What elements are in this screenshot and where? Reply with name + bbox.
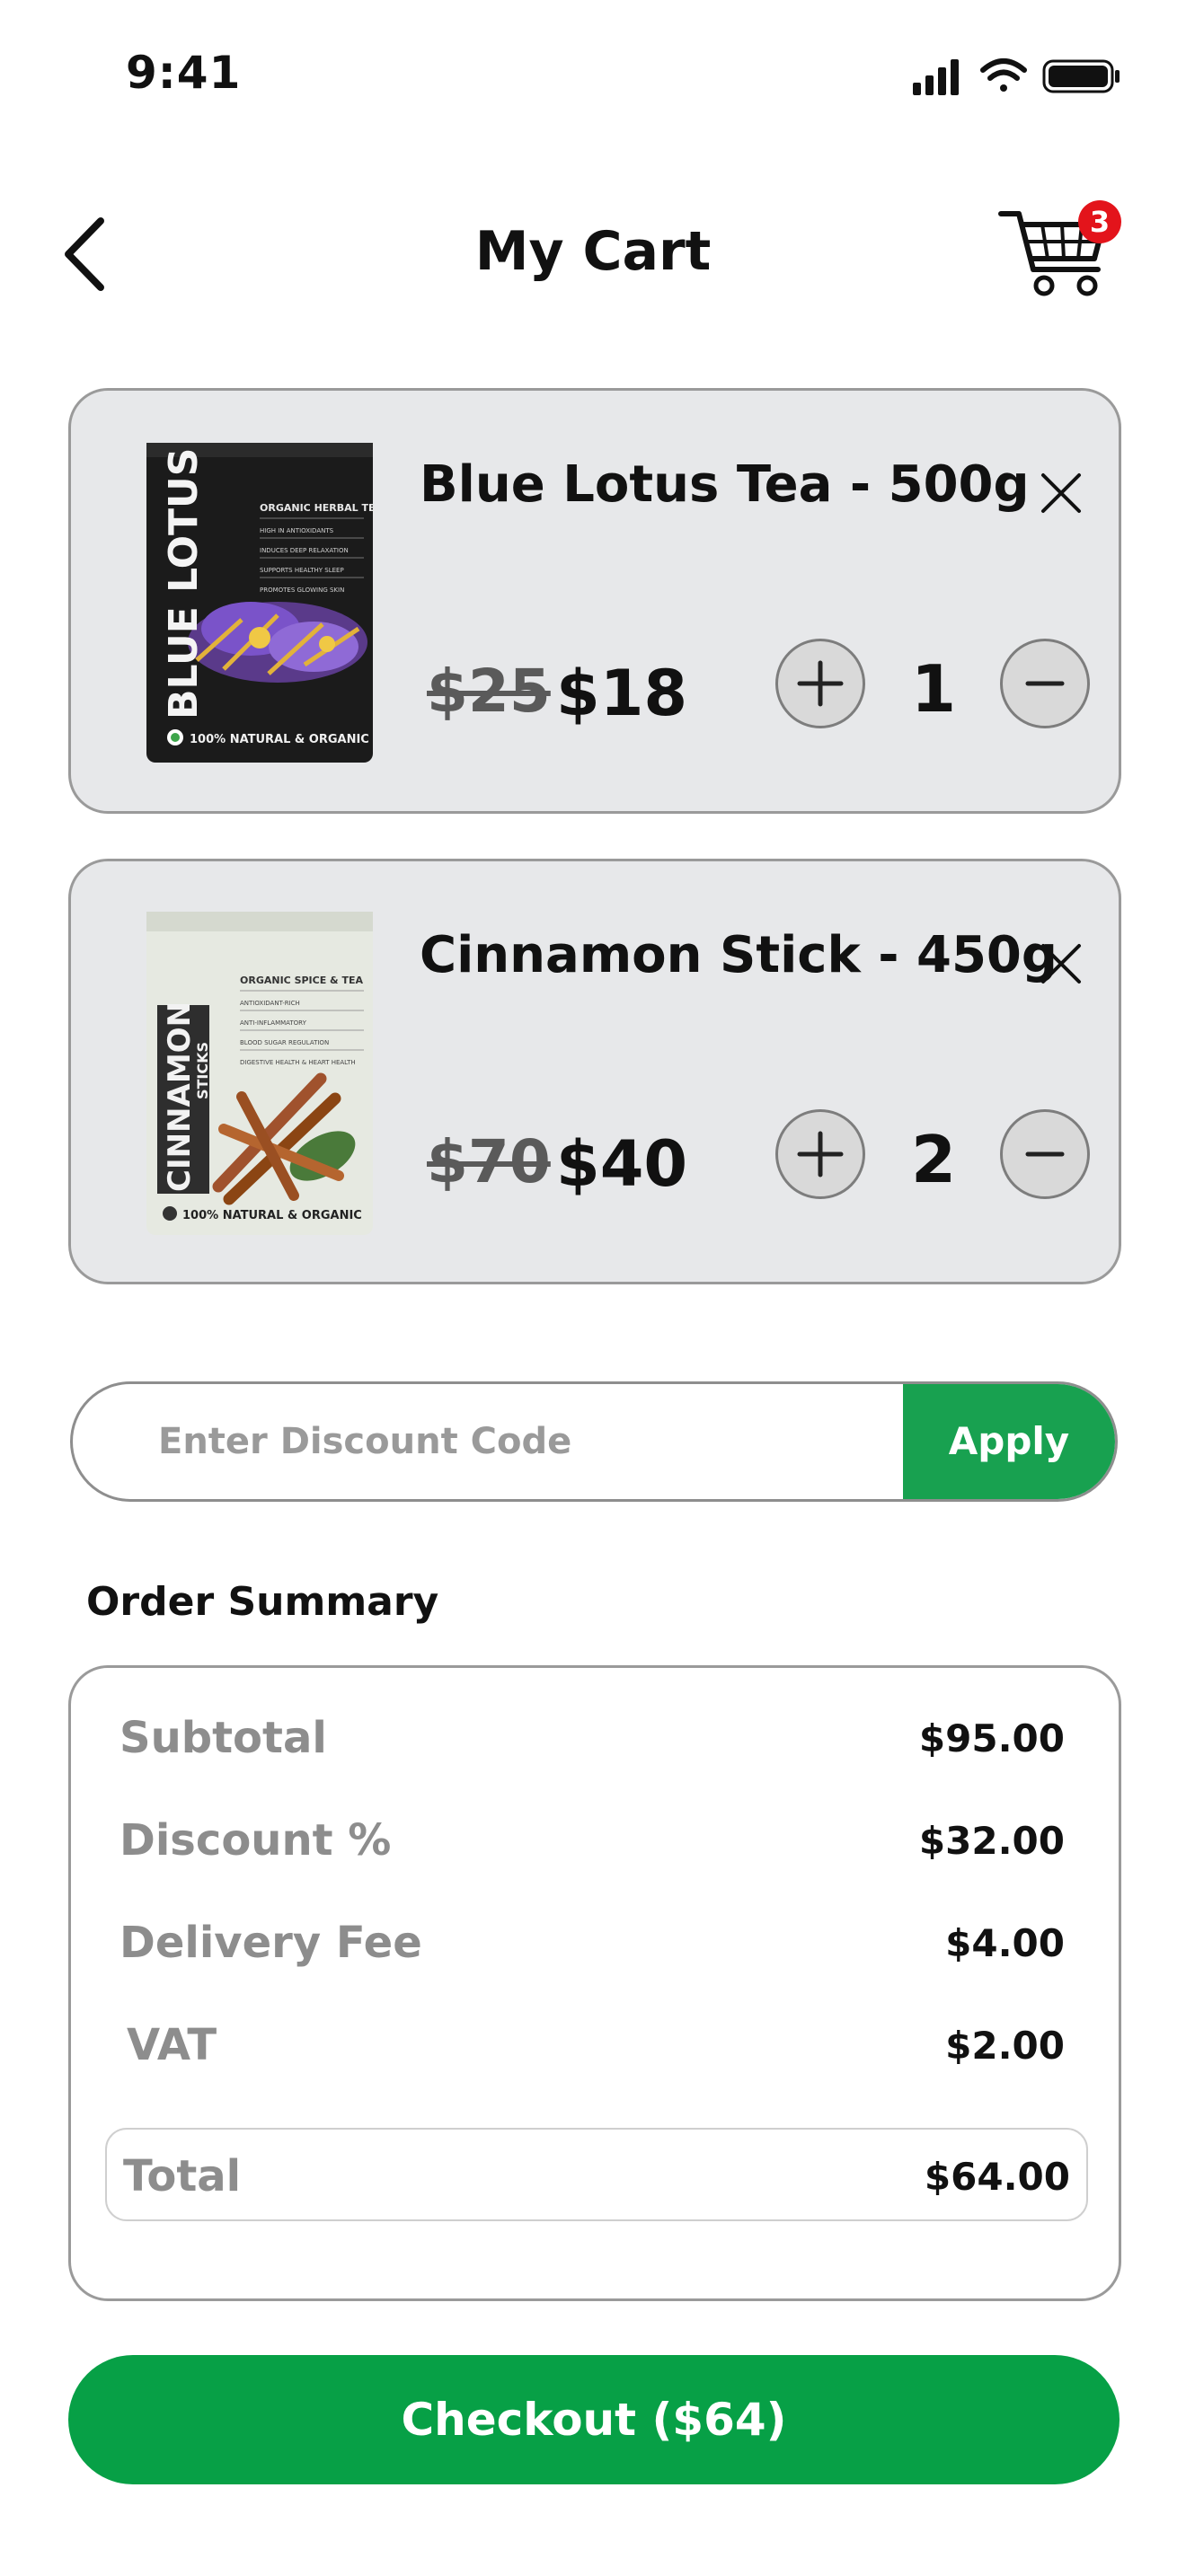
discount-code-form: Apply: [70, 1381, 1118, 1502]
total-value: $64.00: [924, 2155, 1070, 2199]
total-row: Total $64.00: [105, 2128, 1088, 2221]
plus-icon: [797, 1131, 844, 1178]
battery-icon: [1042, 59, 1120, 93]
package-claim: DIGESTIVE HEALTH & HEART HEALTH: [240, 1059, 356, 1066]
status-time: 9:41: [126, 47, 242, 99]
package-footer: 100% NATURAL & ORGANIC: [182, 1209, 362, 1222]
cart-item-card: CINNAMON STICKS ORGANIC SPICE & TEA ANTI…: [68, 859, 1121, 1284]
quantity-decrease-button[interactable]: [1000, 1109, 1090, 1199]
vat-value: $2.00: [945, 2024, 1065, 2068]
delivery-fee-label: Delivery Fee: [119, 1918, 422, 1968]
quantity-decrease-button[interactable]: [1000, 639, 1090, 728]
package-claim: SUPPORTS HEALTHY SLEEP: [260, 567, 344, 574]
order-summary-title: Order Summary: [86, 1579, 439, 1625]
package-brand: BLUE LOTUS: [161, 448, 207, 719]
product-name: Blue Lotus Tea - 500g: [420, 455, 1030, 514]
total-label: Total: [123, 2151, 242, 2201]
package-claim: HIGH IN ANTIOXIDANTS: [260, 527, 334, 534]
wifi-icon: [980, 58, 1027, 92]
close-icon[interactable]: [1038, 470, 1084, 516]
package-brand: CINNAMON: [162, 1001, 198, 1192]
package-subtitle: ORGANIC SPICE & TEA: [240, 975, 363, 986]
minus-icon: [1025, 1151, 1065, 1157]
discount-code-input[interactable]: [73, 1384, 908, 1499]
apply-button[interactable]: Apply: [903, 1384, 1115, 1499]
product-name: Cinnamon Stick - 450g: [420, 926, 1058, 984]
original-price: $70: [427, 1127, 551, 1196]
blue-lotus-product-image: BLUE LOTUS ORGANIC HERBAL TEA HIGH IN AN…: [146, 443, 376, 763]
vat-label: VAT: [127, 2020, 217, 2070]
package-subtitle: ORGANIC HERBAL TEA: [260, 502, 376, 514]
plus-icon: [797, 660, 844, 707]
subtotal-label: Subtotal: [119, 1713, 327, 1763]
order-summary-box: Subtotal $95.00 Discount % $32.00 Delive…: [68, 1665, 1121, 2301]
delivery-fee-value: $4.00: [945, 1921, 1065, 1965]
sale-price: $18: [556, 657, 688, 730]
package-claim: ANTIOXIDANT-RICH: [240, 1000, 300, 1007]
cinnamon-product-image: CINNAMON STICKS ORGANIC SPICE & TEA ANTI…: [146, 912, 373, 1235]
close-icon[interactable]: [1038, 940, 1084, 987]
package-claim: PROMOTES GLOWING SKIN: [260, 587, 344, 594]
cart-item-card: BLUE LOTUS ORGANIC HERBAL TEA HIGH IN AN…: [68, 388, 1121, 814]
quantity-value: 2: [910, 1122, 957, 1197]
package-claim: ANTI-INFLAMMATORY: [240, 1019, 307, 1027]
package-footer: 100% NATURAL & ORGANIC: [190, 733, 369, 746]
quantity-increase-button[interactable]: [775, 639, 865, 728]
package-claim: BLOOD SUGAR REGULATION: [240, 1039, 329, 1046]
package-claim: INDUCES DEEP RELAXATION: [260, 547, 349, 554]
package-brand-sub: STICKS: [194, 1042, 211, 1099]
discount-value: $32.00: [918, 1819, 1065, 1863]
status-icons: [913, 58, 1120, 95]
original-price: $25: [427, 657, 551, 726]
quantity-increase-button[interactable]: [775, 1109, 865, 1199]
minus-icon: [1025, 681, 1065, 686]
subtotal-value: $95.00: [918, 1716, 1065, 1760]
cart-badge: 3: [1078, 200, 1121, 243]
checkout-button[interactable]: Checkout ($64): [68, 2355, 1120, 2484]
quantity-value: 1: [910, 651, 957, 727]
discount-label: Discount %: [119, 1815, 392, 1866]
signal-icon: [913, 59, 959, 95]
sale-price: $40: [556, 1127, 688, 1201]
